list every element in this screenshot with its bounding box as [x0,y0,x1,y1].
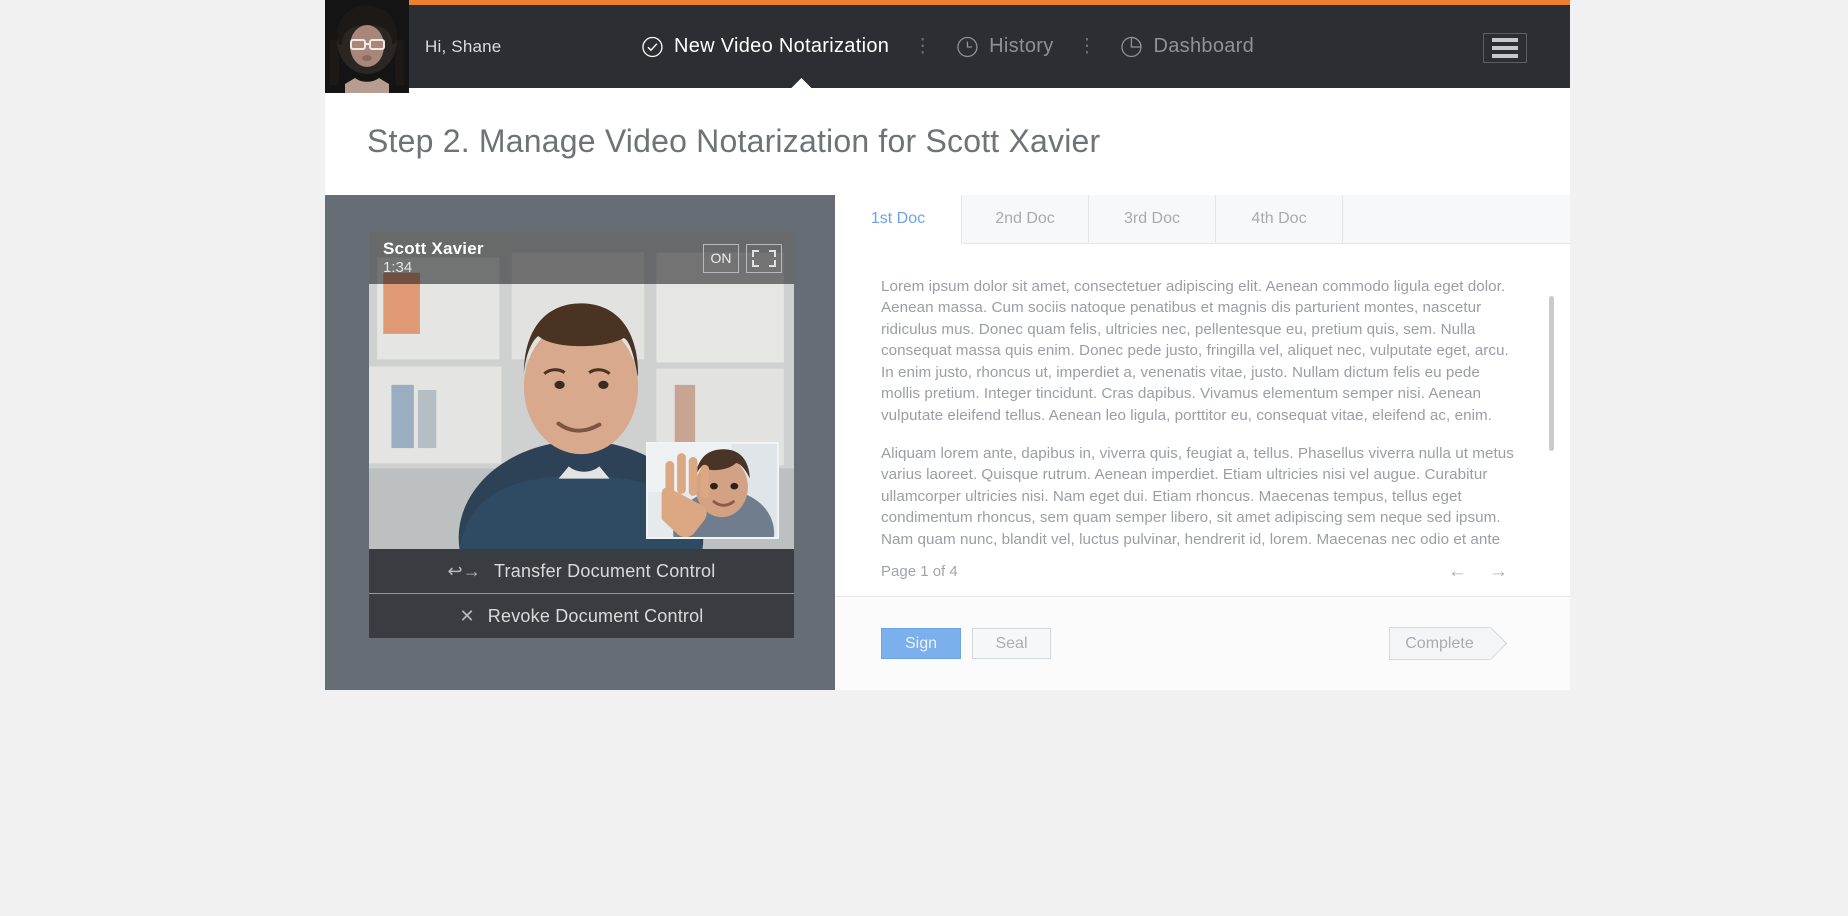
document-panel: 1st Doc 2nd Doc 3rd Doc 4th Doc Lorem ip… [835,195,1570,690]
session-elapsed-time: 1:34 [383,260,484,276]
menu-bar [1492,46,1518,50]
nav-separator: ⋮ [1068,37,1107,56]
app-header: Hi, Shane New Video Notarization ⋮ [325,0,1570,88]
pager-arrows: ← → [1448,562,1508,581]
tab-2nd-doc[interactable]: 2nd Doc [962,195,1089,243]
nav-label: History [989,35,1053,58]
page-title: Step 2. Manage Video Notarization for Sc… [367,123,1100,160]
document-scrollbar[interactable] [1549,296,1554,451]
nav-item-history[interactable]: History [942,35,1067,58]
page-titlebar: Step 2. Manage Video Notarization for Sc… [325,88,1570,195]
video-stage-controls: ON [703,244,782,273]
complete-button-wrap: Complete [1389,627,1512,660]
participant-name: Scott Xavier [383,240,484,258]
sign-button[interactable]: Sign [881,628,961,659]
nav-item-new-video-notarization[interactable]: New Video Notarization [627,35,903,58]
picture-in-picture-video[interactable] [646,442,779,539]
app-window: Hi, Shane New Video Notarization ⋮ [325,0,1570,690]
document-paragraph: Aliquam lorem ante, dapibus in, viverra … [881,443,1518,547]
prev-page-icon[interactable]: ← [1448,562,1467,581]
complete-arrow-icon [1489,627,1512,660]
pie-chart-icon [1121,36,1143,58]
video-card: Scott Xavier 1:34 ON [369,232,794,638]
control-label: Revoke Document Control [488,606,704,627]
close-icon: ✕ [460,607,475,625]
page-indicator: Page 1 of 4 [881,563,958,580]
document-body: Lorem ipsum dolor sit amet, consectetuer… [835,244,1570,547]
control-label: Transfer Document Control [494,561,715,582]
document-tabs: 1st Doc 2nd Doc 3rd Doc 4th Doc [835,195,1570,244]
video-stage[interactable]: Scott Xavier 1:34 ON [369,232,794,549]
greeting-text: Hi, Shane [425,37,501,57]
next-page-icon[interactable]: → [1489,562,1508,581]
document-actions: Sign Seal Complete [835,597,1570,690]
hamburger-menu-button[interactable] [1483,33,1527,63]
transfer-icon: ↩→ [448,562,481,580]
menu-bar [1492,38,1518,42]
camera-on-toggle[interactable]: ON [703,244,739,273]
seal-button[interactable]: Seal [972,628,1051,659]
tab-3rd-doc[interactable]: 3rd Doc [1089,195,1216,243]
tab-1st-doc[interactable]: 1st Doc [835,195,962,244]
video-overlay-bar: Scott Xavier 1:34 ON [369,232,794,284]
avatar[interactable] [325,0,409,93]
nav-separator: ⋮ [903,37,942,56]
check-circle-icon [641,36,663,58]
active-nav-pointer [790,78,812,89]
nav-label: New Video Notarization [674,35,889,58]
fullscreen-icon[interactable] [746,244,782,273]
participant-info: Scott Xavier 1:34 [383,240,484,276]
transfer-document-control-button[interactable]: ↩→ Transfer Document Control [369,549,794,593]
video-panel: Scott Xavier 1:34 ON [325,195,835,690]
nav-item-dashboard[interactable]: Dashboard [1107,35,1269,58]
complete-button[interactable]: Complete [1389,627,1489,660]
tab-4th-doc[interactable]: 4th Doc [1216,195,1343,243]
nav-label: Dashboard [1154,35,1255,58]
main-nav: New Video Notarization ⋮ History ⋮ [627,5,1268,88]
clock-icon [956,36,978,58]
document-paragraph: Lorem ipsum dolor sit amet, consectetuer… [881,276,1518,426]
main-content: Scott Xavier 1:34 ON [325,195,1570,690]
revoke-document-control-button[interactable]: ✕ Revoke Document Control [369,594,794,638]
document-pager: Page 1 of 4 ← → [835,547,1570,597]
menu-bar [1492,54,1518,58]
